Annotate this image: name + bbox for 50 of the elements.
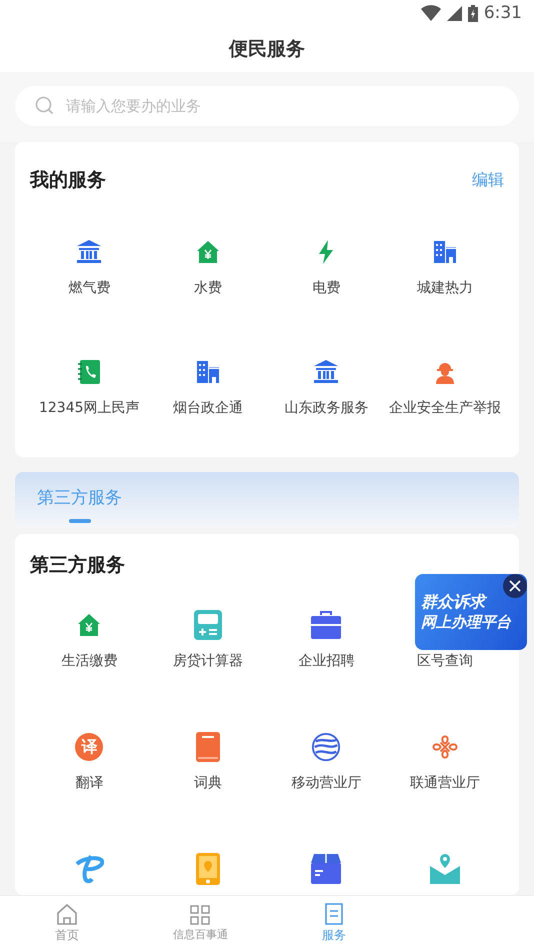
service-item[interactable]: 城建热力 — [386, 237, 504, 297]
service-item[interactable]: 山东政务服务 — [267, 357, 386, 417]
house-yen-icon — [196, 240, 220, 264]
banner-text: 群众诉求 — [421, 592, 488, 613]
swirl-icon — [74, 854, 104, 884]
briefcase-icon — [311, 611, 342, 639]
section-title: 第三方服务 — [30, 553, 125, 578]
house-yen-icon — [77, 613, 102, 637]
bank-icon — [76, 240, 102, 264]
phone-location-icon — [196, 853, 220, 885]
translate-icon: 译 — [75, 733, 104, 761]
service-item[interactable]: 译 翻译 — [30, 732, 148, 792]
service-item[interactable]: 生活缴费 — [30, 610, 148, 670]
battery-icon — [468, 4, 478, 22]
globe-icon — [311, 731, 342, 763]
grid-icon — [190, 904, 210, 924]
section-title: 我的服务 — [30, 168, 106, 193]
service-item[interactable]: 联通营业厅 — [386, 732, 504, 792]
document-icon — [324, 902, 344, 924]
service-item[interactable]: 企业招聘 — [267, 610, 386, 670]
service-item[interactable]: 词典 — [148, 732, 267, 792]
book-icon — [196, 732, 220, 762]
search-icon — [35, 96, 54, 115]
wifi-icon — [420, 5, 441, 21]
bank-icon — [313, 360, 340, 384]
service-item[interactable]: 移动营业厅 — [267, 732, 386, 792]
service-item[interactable]: 电费 — [267, 237, 386, 297]
calculator-icon — [194, 610, 222, 640]
service-item[interactable]: 企业安全生产举报 — [386, 357, 504, 417]
phone-book-icon — [78, 360, 100, 384]
service-item[interactable]: 燃气费 — [30, 237, 148, 297]
banner-text: 网上办理平台 — [421, 612, 512, 632]
signal-icon — [446, 6, 462, 20]
box-icon — [311, 854, 342, 884]
page-title: 便民服务 — [229, 37, 305, 62]
close-icon — [509, 580, 521, 592]
service-item[interactable]: 水费 — [148, 237, 267, 297]
service-item[interactable]: 房贷计算器 — [148, 610, 267, 670]
envelope-location-icon — [430, 854, 460, 884]
knot-icon — [430, 733, 460, 761]
home-icon — [56, 902, 78, 924]
service-item[interactable]: 烟台政企通 — [148, 357, 267, 417]
promo-popup-dialog[interactable]: 群众诉求 网上办理平台 — [415, 574, 527, 650]
service-item[interactable]: 12345网上民声 — [30, 357, 148, 417]
building-icon — [196, 360, 220, 384]
lightning-icon — [318, 240, 334, 264]
building-icon — [432, 240, 457, 264]
close-button[interactable] — [503, 574, 527, 598]
status-time: 6:31 — [484, 3, 522, 23]
search-field[interactable]: 请输入您要办的业务 — [15, 86, 519, 126]
